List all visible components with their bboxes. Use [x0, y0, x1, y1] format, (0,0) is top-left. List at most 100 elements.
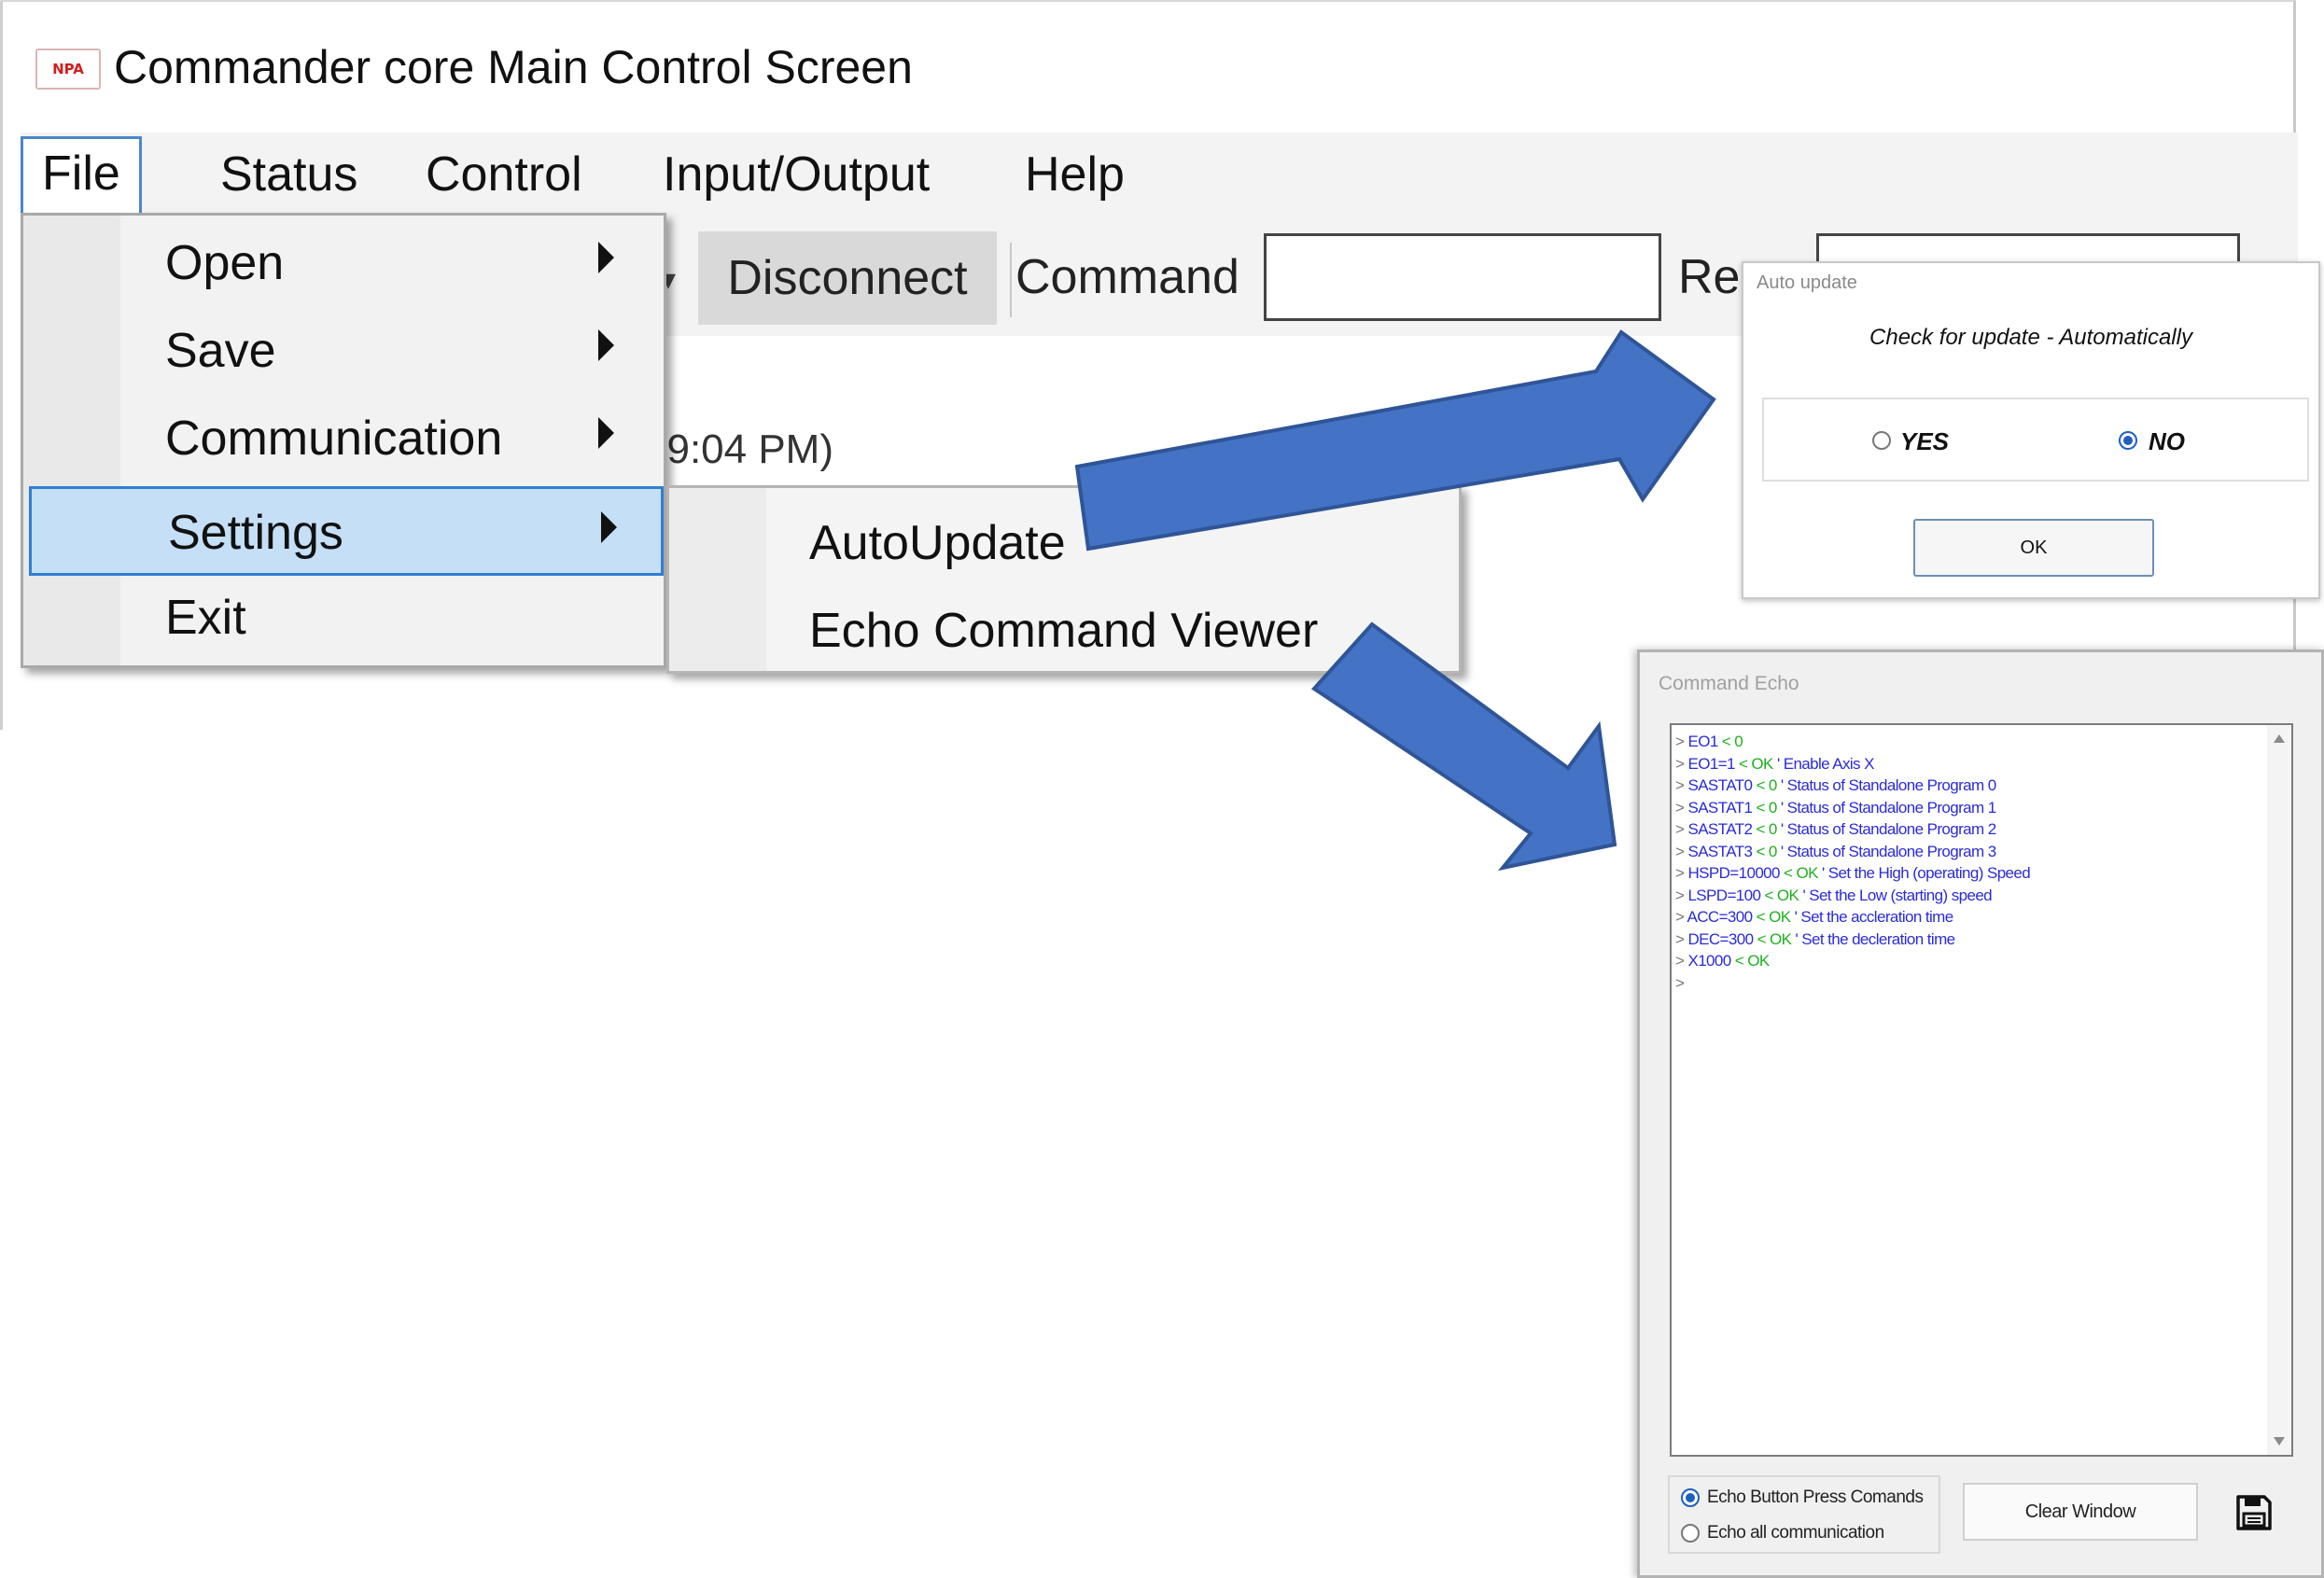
submenu-arrow-icon — [598, 329, 614, 361]
no-radio-label[interactable]: NO — [2149, 427, 2185, 455]
submenu-echo-command-viewer[interactable]: Echo Command Viewer — [809, 598, 1318, 663]
echo-prompt: > — [1675, 864, 1685, 882]
echo-button-press-label[interactable]: Echo Button Press Comands — [1707, 1487, 1924, 1509]
yes-radio[interactable] — [1872, 431, 1891, 450]
echo-log-line: > DEC=300 < OK ' Set the decleration tim… — [1675, 929, 2254, 951]
file-menu-save[interactable]: Save — [23, 307, 664, 397]
echo-command-text: EO1=1 — [1687, 754, 1735, 773]
menu-status[interactable]: Status — [202, 140, 376, 209]
menubar: File Status Control Input/Output Help — [21, 133, 2298, 220]
title-bar: NPA Commander core Main Control Screen — [0, 2, 2293, 131]
echo-response-text: < OK — [1784, 864, 1818, 882]
echo-response-text: < OK — [1757, 929, 1792, 948]
dialog-title: Auto update — [1757, 272, 1857, 293]
echo-response-text: < OK — [1738, 754, 1773, 773]
yes-radio-label[interactable]: YES — [1900, 427, 1949, 455]
menu-help[interactable]: Help — [1006, 140, 1143, 209]
echo-window-title: Command Echo — [1659, 673, 1799, 694]
echo-comment-text: ' Status of Standalone Program 2 — [1780, 820, 1996, 838]
scroll-up-icon[interactable] — [2274, 734, 2285, 743]
echo-lines: > EO1 < 0 > EO1=1 < OK ' Enable Axis X >… — [1675, 731, 2254, 994]
echo-all-label[interactable]: Echo all communication — [1707, 1522, 1884, 1544]
echo-command-text: X1000 — [1687, 952, 1731, 970]
submenu-autoupdate[interactable]: AutoUpdate — [809, 510, 1066, 576]
echo-button-press-radio[interactable] — [1681, 1488, 1700, 1507]
echo-prompt: > — [1675, 973, 1685, 992]
file-menu-exit[interactable]: Exit — [23, 574, 664, 663]
echo-response-text: < 0 — [1756, 776, 1777, 794]
echo-prompt: > — [1675, 733, 1685, 750]
submenu-arrow-icon — [601, 511, 617, 543]
clear-window-button[interactable]: Clear Window — [1963, 1483, 2198, 1541]
command-echo-window: Command Echo > EO1 < 0 > EO1=1 < OK ' En… — [1637, 649, 2324, 1578]
echo-comment-text: ' Status of Standalone Program 0 — [1780, 776, 1996, 794]
echo-prompt: > — [1675, 929, 1685, 948]
echo-log-line: > ACC=300 < OK ' Set the accleration tim… — [1675, 906, 2254, 929]
echo-prompt: > — [1675, 776, 1685, 794]
file-menu-communication[interactable]: Communication — [23, 395, 664, 484]
menu-file[interactable]: File — [21, 136, 142, 220]
file-menu-dropdown: Open Save Communication Settings Exit — [21, 213, 666, 668]
echo-response-text: < OK — [1764, 886, 1799, 904]
echo-comment-text: ' Set the Low (starting) speed — [1802, 886, 1993, 904]
echo-comment-text: ' Status of Standalone Program 1 — [1780, 798, 1996, 817]
echo-comment-text: ' Set the accleration time — [1794, 908, 1954, 926]
no-radio[interactable] — [2119, 431, 2137, 450]
echo-log-line: > SASTAT1 < 0 ' Status of Standalone Pro… — [1675, 797, 2254, 819]
echo-command-text: LSPD=100 — [1687, 886, 1761, 904]
echo-prompt: > — [1675, 820, 1685, 838]
submenu-arrow-icon — [598, 242, 614, 273]
echo-response-text: < 0 — [1756, 842, 1777, 860]
ok-button[interactable]: OK — [1913, 519, 2154, 577]
vertical-scrollbar[interactable] — [2267, 725, 2291, 1455]
echo-log-line: > — [1675, 972, 2254, 995]
submenu-arrow-icon — [598, 417, 614, 449]
echo-log-line: > SASTAT2 < 0 ' Status of Standalone Pro… — [1675, 818, 2254, 841]
echo-command-text: SASTAT2 — [1687, 820, 1753, 838]
echo-command-text: SASTAT1 — [1687, 798, 1753, 817]
menu-gutter — [669, 488, 766, 671]
status-time-text: 49:04 PM) — [644, 426, 833, 472]
toolbar-separator — [1010, 243, 1012, 317]
echo-prompt: > — [1675, 952, 1685, 970]
echo-comment-text: ' Set the decleration time — [1795, 929, 1956, 948]
echo-log-line: > LSPD=100 < OK ' Set the Low (starting)… — [1675, 885, 2254, 907]
app-logo: NPA — [35, 49, 101, 90]
window-title: Commander core Main Control Screen — [114, 41, 913, 93]
echo-log-line: > SASTAT0 < 0 ' Status of Standalone Pro… — [1675, 775, 2254, 797]
echo-log-line: > EO1 < 0 — [1675, 731, 2254, 753]
menu-item-label: Communication — [165, 412, 503, 466]
scroll-down-icon[interactable] — [2274, 1437, 2285, 1445]
echo-all-radio[interactable] — [1681, 1524, 1700, 1543]
file-menu-open[interactable]: Open — [23, 219, 664, 309]
menu-input-output[interactable]: Input/Output — [644, 140, 948, 209]
echo-log-line: > SASTAT3 < 0 ' Status of Standalone Pro… — [1675, 841, 2254, 863]
file-menu-settings[interactable]: Settings — [29, 486, 664, 576]
disconnect-button[interactable]: Disconnect — [698, 231, 997, 325]
echo-prompt: > — [1675, 886, 1685, 904]
update-option-group: YES NO — [1762, 398, 2309, 482]
echo-log-line: > HSPD=10000 < OK ' Set the High (operat… — [1675, 862, 2254, 885]
echo-response-text: < 0 — [1756, 820, 1777, 838]
echo-command-text: EO1 — [1687, 733, 1718, 750]
floppy-disk-icon[interactable] — [2235, 1494, 2273, 1531]
settings-submenu: AutoUpdate Echo Command Viewer — [666, 485, 1462, 674]
echo-response-text: < 0 — [1756, 798, 1777, 817]
echo-response-text: < 0 — [1721, 733, 1743, 750]
menu-item-label: Exit — [165, 591, 246, 645]
menu-control[interactable]: Control — [407, 140, 601, 209]
dialog-prompt: Check for update - Automatically — [1869, 325, 2192, 350]
echo-command-text: DEC=300 — [1687, 929, 1754, 948]
command-input[interactable] — [1264, 233, 1661, 321]
echo-command-text: SASTAT3 — [1687, 842, 1753, 860]
auto-update-dialog: Auto update Check for update - Automatic… — [1742, 261, 2320, 599]
echo-command-text: SASTAT0 — [1687, 776, 1753, 794]
echo-command-text: ACC=300 — [1687, 908, 1754, 926]
echo-prompt: > — [1675, 908, 1685, 926]
echo-prompt: > — [1675, 754, 1685, 773]
command-label: Command — [1015, 250, 1239, 304]
echo-prompt: > — [1675, 798, 1685, 817]
echo-option-group: Echo Button Press Comands Echo all commu… — [1668, 1475, 1940, 1554]
echo-log[interactable]: > EO1 < 0 > EO1=1 < OK ' Enable Axis X >… — [1670, 723, 2293, 1457]
echo-log-line: > X1000 < OK — [1675, 950, 2254, 972]
